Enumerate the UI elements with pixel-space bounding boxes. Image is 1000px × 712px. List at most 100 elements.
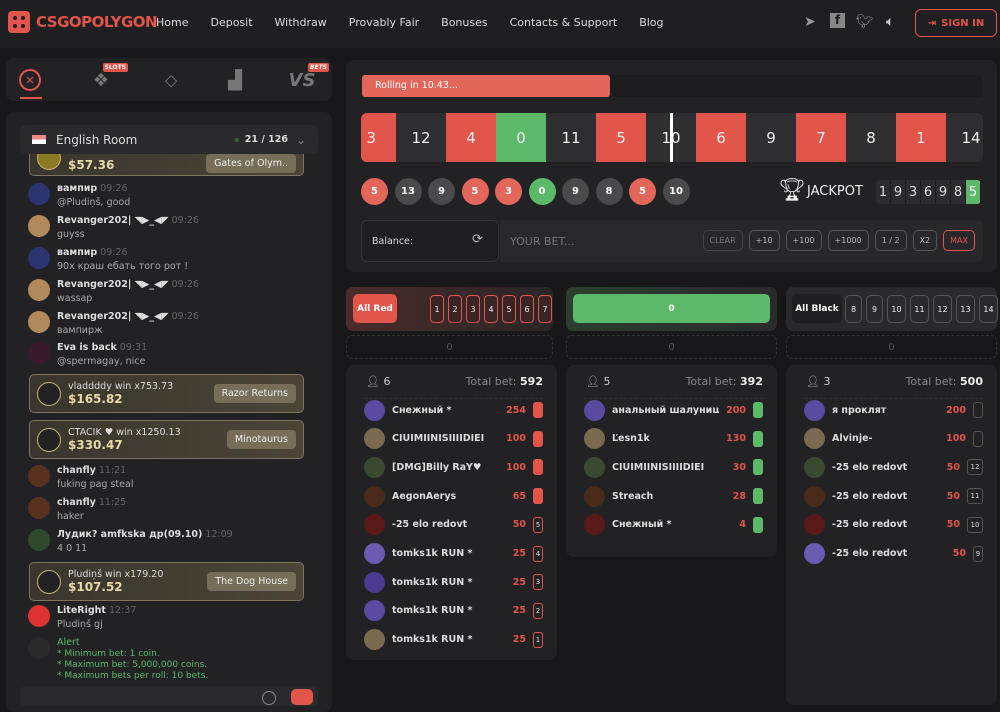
- bet-x2-button[interactable]: X2: [912, 230, 938, 251]
- sound-icon[interactable]: 🔈︎: [886, 14, 894, 30]
- avatar: [804, 456, 825, 478]
- bet-number-button[interactable]: 10: [887, 295, 906, 323]
- nav-contacts-support[interactable]: Contacts & Support: [510, 16, 618, 29]
- online-dot-icon: [234, 137, 239, 142]
- bet-number-button[interactable]: 13: [956, 295, 975, 323]
- telegram-icon[interactable]: ➤: [804, 14, 816, 30]
- chat-username[interactable]: Eva is back: [57, 342, 117, 353]
- avatar: [364, 456, 385, 478]
- avatar[interactable]: [28, 183, 50, 205]
- send-button[interactable]: [291, 689, 313, 705]
- chat-message: Eva is back 09:31 @spermagay, nice: [28, 342, 147, 367]
- nav-provably-fair[interactable]: Provably Fair: [349, 16, 419, 29]
- emoji-icon[interactable]: [262, 691, 276, 705]
- nav-bonuses[interactable]: Bonuses: [441, 16, 487, 29]
- bet-zero-button[interactable]: 0: [573, 294, 770, 323]
- nav-withdraw[interactable]: Withdraw: [275, 16, 327, 29]
- bet-max-button[interactable]: MAX: [943, 230, 975, 251]
- bet-number-button[interactable]: 8: [845, 295, 862, 323]
- history-ball: 10: [662, 178, 690, 205]
- black-bets-list: 👤︎ 3 Total bet: 500 я проклят 200 Alvinje- 10…: [786, 365, 997, 705]
- versus-tab-icon[interactable]: VS BETS: [287, 63, 329, 94]
- bet-number-button[interactable]: 7: [538, 295, 552, 323]
- bet-number-chip: 12: [967, 459, 983, 476]
- dice-tab-icon[interactable]: ⬦: [156, 66, 186, 94]
- bet-1000-button[interactable]: +1000: [827, 230, 869, 251]
- logo[interactable]: CSGOPOLYGON: [8, 11, 158, 33]
- win-game-button[interactable]: Razor Returns: [213, 384, 296, 403]
- nav-deposit[interactable]: Deposit: [210, 16, 252, 29]
- bet-number-button[interactable]: 9: [866, 295, 883, 323]
- chat-username[interactable]: Revanger202| ◥▶_◀◤: [57, 311, 169, 322]
- chat-message: Revanger202| ◥▶_◀◤ 09:26 wassap: [28, 279, 199, 304]
- all-black-button[interactable]: All Black: [792, 294, 842, 323]
- chat-username[interactable]: LiteRight: [57, 605, 106, 616]
- total-bet: Total bet: 500: [906, 375, 983, 388]
- avatar[interactable]: [28, 279, 50, 301]
- bet-number-button[interactable]: 12: [933, 295, 952, 323]
- black-bet-section: All Black 8 9 10 11 12 13 14: [786, 287, 998, 331]
- roulette-tile: 3: [361, 113, 396, 162]
- bet-number-button[interactable]: 6: [520, 295, 534, 323]
- avatar[interactable]: [28, 342, 50, 364]
- bet-number-button[interactable]: 2: [448, 295, 462, 323]
- chat-text: haker: [57, 511, 84, 522]
- avatar[interactable]: [28, 605, 50, 627]
- chat-username[interactable]: вампир: [57, 247, 97, 258]
- nav-home[interactable]: Home: [156, 16, 188, 29]
- header: CSGOPOLYGON Home Deposit Withdraw Provably …: [0, 0, 1000, 48]
- us-flag-icon: [32, 135, 46, 144]
- chat-username[interactable]: Revanger202| ◥▶_◀◤: [57, 279, 169, 290]
- bet-100-button[interactable]: +100: [785, 230, 822, 251]
- sign-in-icon: ⇥: [927, 17, 937, 29]
- bet-number-button[interactable]: 4: [484, 295, 498, 323]
- room-selector[interactable]: English Room 21 / 126 ⌄: [20, 125, 318, 154]
- avatar[interactable]: [28, 497, 50, 519]
- jackpot-counter: 1936985: [876, 180, 981, 204]
- bet-10-button[interactable]: +10: [748, 230, 780, 251]
- chat-username[interactable]: chanfly: [57, 465, 96, 476]
- avatar[interactable]: [28, 311, 50, 333]
- bet-number-chip: 10: [967, 516, 983, 533]
- bet-row: -25 elo redovt 50 12: [804, 456, 983, 478]
- bet-number-button[interactable]: 14: [979, 295, 998, 323]
- win-game-button[interactable]: Gates of Olym..: [206, 154, 296, 173]
- chat-time: 09:26: [100, 183, 128, 194]
- twitter-icon[interactable]: 🐦︎: [856, 14, 874, 30]
- all-red-button[interactable]: All Red: [353, 294, 397, 323]
- nav-blog[interactable]: Blog: [639, 16, 663, 29]
- chat-username[interactable]: Лудик? amfkska дp(09.10): [57, 529, 202, 540]
- bet-clear-button[interactable]: CLEAR: [702, 230, 743, 251]
- win-game-button[interactable]: Minotaurus: [226, 430, 296, 449]
- bet-number-button[interactable]: 1: [430, 295, 444, 323]
- player-name: -25 elo redovt: [832, 548, 908, 559]
- bet-row: я проклят 200: [804, 399, 983, 421]
- total-bet-value: 500: [960, 375, 983, 388]
- bet-number-button[interactable]: 3: [466, 295, 480, 323]
- history-ball: 8: [595, 178, 623, 205]
- roulette-tab-icon[interactable]: ✕: [19, 69, 41, 91]
- chat-username[interactable]: chanfly: [57, 497, 96, 508]
- sign-in-button[interactable]: ⇥ SIGN IN: [915, 9, 997, 37]
- avatar[interactable]: [28, 465, 50, 487]
- refresh-icon[interactable]: ⟳: [472, 232, 483, 247]
- avatar: [364, 514, 385, 536]
- chat-username[interactable]: Revanger202| ◥▶_◀◤: [57, 215, 169, 226]
- jackpot-label: JACKPOT: [807, 184, 863, 199]
- crash-tab-icon[interactable]: ▟: [220, 66, 250, 94]
- avatar[interactable]: [28, 529, 50, 551]
- bet-amount-input[interactable]: [510, 230, 670, 252]
- bet-number-button[interactable]: 11: [910, 295, 929, 323]
- history-ball: 5: [461, 178, 489, 205]
- bet-amount: 50: [946, 490, 960, 502]
- avatar: [364, 543, 385, 564]
- avatar[interactable]: [28, 247, 50, 269]
- win-game-button[interactable]: The Dog House: [207, 572, 296, 591]
- facebook-icon[interactable]: f: [830, 13, 845, 28]
- chat-username[interactable]: вампир: [57, 183, 97, 194]
- player-name: CIUIMIINISIIIIDIEI: [392, 433, 485, 445]
- avatar[interactable]: [28, 215, 50, 237]
- bet-12-button[interactable]: 1 / 2: [874, 230, 907, 251]
- bet-number-button[interactable]: 5: [502, 295, 516, 323]
- slots-tab-icon[interactable]: ❖ SLOTS: [86, 63, 128, 94]
